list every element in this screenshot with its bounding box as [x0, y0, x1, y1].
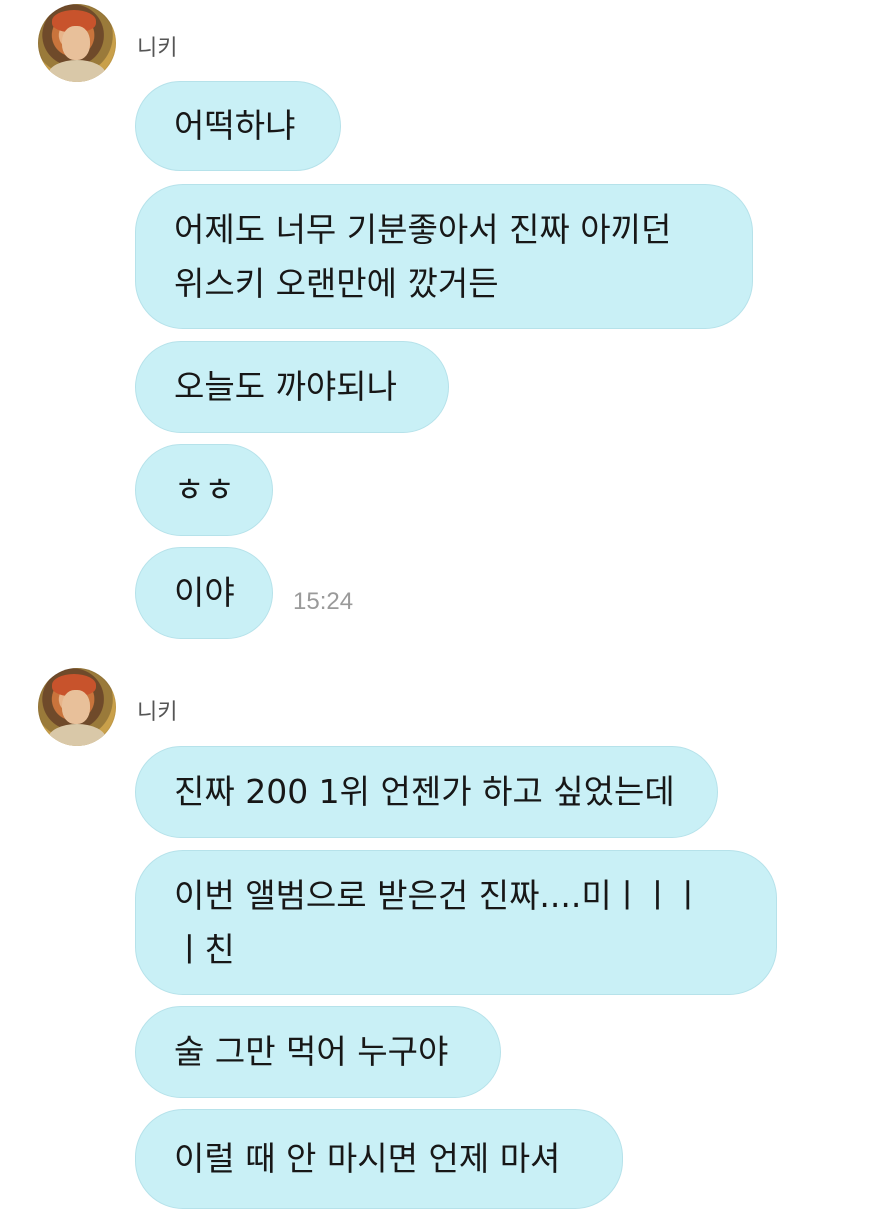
message-bubble[interactable]: 술 그만 먹어 누구야 [135, 1006, 501, 1098]
message-text: 진짜 200 1위 언젠가 하고 싶었는데 [174, 772, 675, 811]
message-bubble[interactable]: ㅎㅎ [135, 444, 273, 536]
avatar-shoulder [48, 724, 106, 746]
avatar[interactable] [38, 4, 116, 82]
message-bubble[interactable]: 오늘도 까야되나 [135, 341, 449, 433]
message-text-line: 어제도 너무 기분좋아서 진짜 아끼던 [174, 209, 672, 249]
message-bubble[interactable]: 어떡하냐 [135, 81, 341, 171]
avatar-face [62, 690, 90, 724]
message-text: 이럴 때 안 마시면 언제 마셔 [174, 1139, 561, 1178]
message-text: 어떡하냐 [174, 106, 296, 145]
avatar-face [62, 26, 90, 60]
avatar[interactable] [38, 668, 116, 746]
message-text: 술 그만 먹어 누구야 [174, 1032, 449, 1071]
message-text-line: 위스키 오랜만에 깠거든 [174, 263, 499, 303]
message-text: 오늘도 까야되나 [174, 367, 398, 406]
sender-name: 니키 [137, 700, 178, 725]
message-bubble[interactable]: 이야 [135, 547, 273, 639]
message-bubble[interactable]: 어제도 너무 기분좋아서 진짜 아끼던 위스키 오랜만에 깠거든 [135, 184, 753, 329]
sender-name: 니키 [137, 36, 178, 61]
message-text-line: ㅣ친 [174, 929, 235, 969]
message-text: ㅎㅎ [174, 470, 235, 509]
avatar-shoulder [48, 60, 106, 82]
message-bubble[interactable]: 이럴 때 안 마시면 언제 마셔 [135, 1109, 623, 1209]
message-bubble[interactable]: 진짜 200 1위 언젠가 하고 싶었는데 [135, 746, 718, 838]
message-text-line: 이번 앨범으로 받은건 진짜....미ㅣㅣㅣ [174, 875, 703, 915]
message-text: 이야 [174, 573, 235, 612]
message-bubble[interactable]: 이번 앨범으로 받은건 진짜....미ㅣㅣㅣ ㅣ친 [135, 850, 777, 995]
message-timestamp: 15:24 [293, 588, 354, 615]
